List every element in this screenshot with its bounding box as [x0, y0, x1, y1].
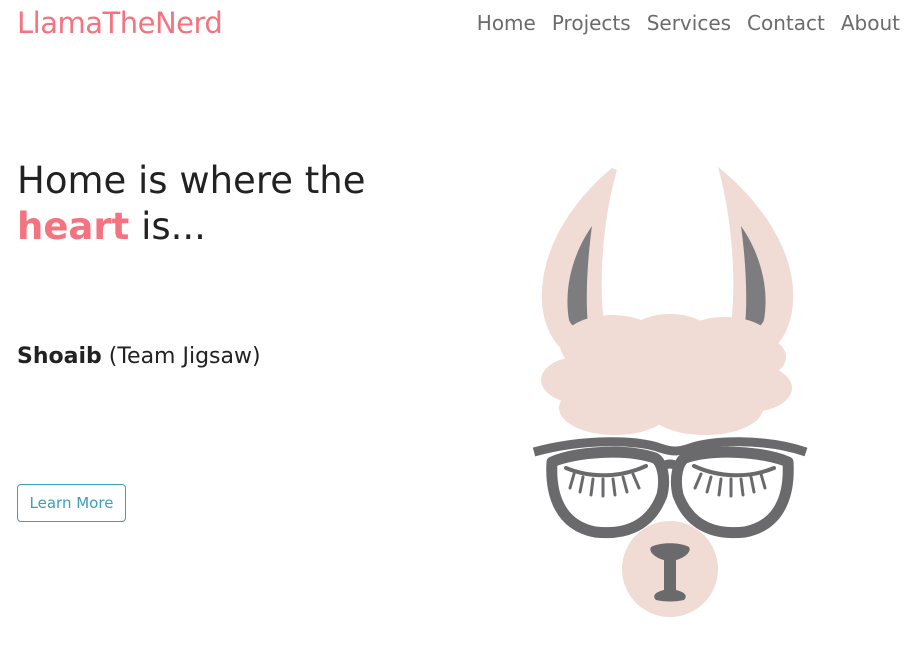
nav-projects[interactable]: Projects — [552, 11, 631, 35]
author-credit: Shoaib (Team Jigsaw) — [17, 344, 261, 369]
author-name: Shoaib — [17, 344, 102, 369]
hero-title-accent: heart — [17, 205, 130, 248]
page: LlamaTheNerd Home Projects Services Cont… — [0, 0, 914, 664]
author-team: (Team Jigsaw) — [101, 344, 261, 369]
main-nav: Home Projects Services Contact About — [477, 11, 900, 35]
nav-contact[interactable]: Contact — [747, 11, 825, 35]
nav-about[interactable]: About — [841, 11, 900, 35]
hero-title-rest: is... — [129, 205, 206, 248]
nav-home[interactable]: Home — [477, 11, 536, 35]
learn-more-button[interactable]: Learn More — [17, 484, 126, 522]
llama-illustration — [532, 167, 808, 617]
hero-title: Home is where the heart is... — [17, 158, 365, 250]
nav-services[interactable]: Services — [647, 11, 731, 35]
llama-fur — [541, 314, 792, 435]
hero-title-line1: Home is where the — [17, 159, 366, 202]
llama-eyes — [564, 464, 776, 498]
brand-logo[interactable]: LlamaTheNerd — [17, 6, 223, 40]
